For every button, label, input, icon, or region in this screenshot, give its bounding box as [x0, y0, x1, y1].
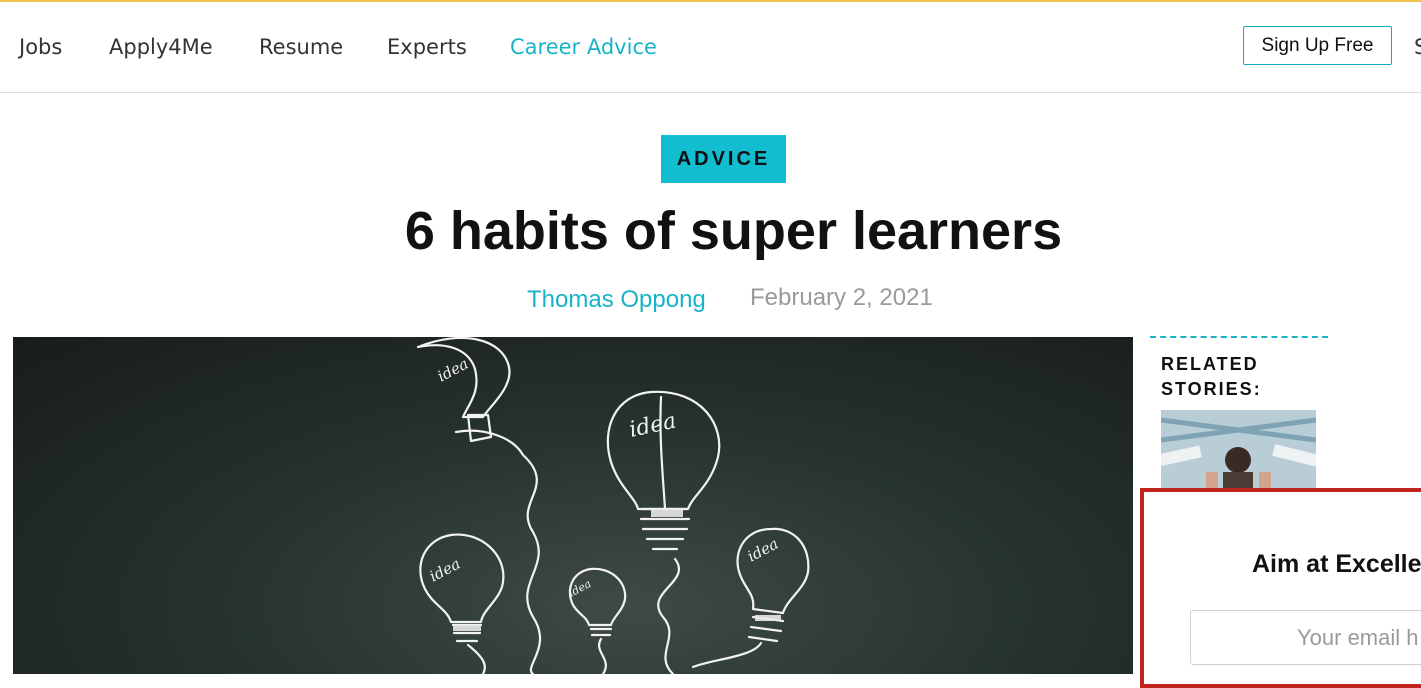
bulb-label: idea: [627, 409, 678, 443]
nav-item-career-advice[interactable]: Career Advice: [510, 35, 657, 59]
nav-item-overflow[interactable]: S: [1414, 35, 1421, 59]
lightbulbs-illustration: idea idea idea idea idea: [416, 337, 810, 674]
newsletter-popup: Aim at Excelle: [1140, 488, 1421, 688]
top-navbar: Jobs Apply4Me Resume Experts Career Advi…: [0, 2, 1421, 93]
related-stories-heading: RELATED STORIES:: [1161, 354, 1262, 399]
nav-item-jobs[interactable]: Jobs: [19, 35, 62, 59]
nav-item-apply4me[interactable]: Apply4Me: [109, 35, 213, 59]
bulb-label: idea: [426, 555, 463, 586]
publish-date: February 2, 2021: [750, 284, 933, 311]
related-divider: [1150, 336, 1328, 338]
nav-item-resume[interactable]: Resume: [259, 35, 343, 59]
bulb-label: idea: [566, 577, 593, 600]
hero-image: idea idea idea idea idea: [13, 337, 1133, 674]
popup-title: Aim at Excelle: [1252, 550, 1421, 578]
author-link[interactable]: Thomas Oppong: [527, 286, 706, 314]
category-badge[interactable]: ADVICE: [661, 135, 786, 183]
bulb-label: idea: [744, 535, 781, 566]
article-title: 6 habits of super learners: [404, 201, 1063, 261]
nav-item-experts[interactable]: Experts: [387, 35, 467, 59]
bulb-label: idea: [434, 355, 471, 386]
related-story-thumbnail[interactable]: [1161, 410, 1316, 490]
related-story-image: [1161, 410, 1316, 490]
email-field[interactable]: [1190, 610, 1421, 665]
sign-up-button[interactable]: Sign Up Free: [1243, 26, 1392, 65]
